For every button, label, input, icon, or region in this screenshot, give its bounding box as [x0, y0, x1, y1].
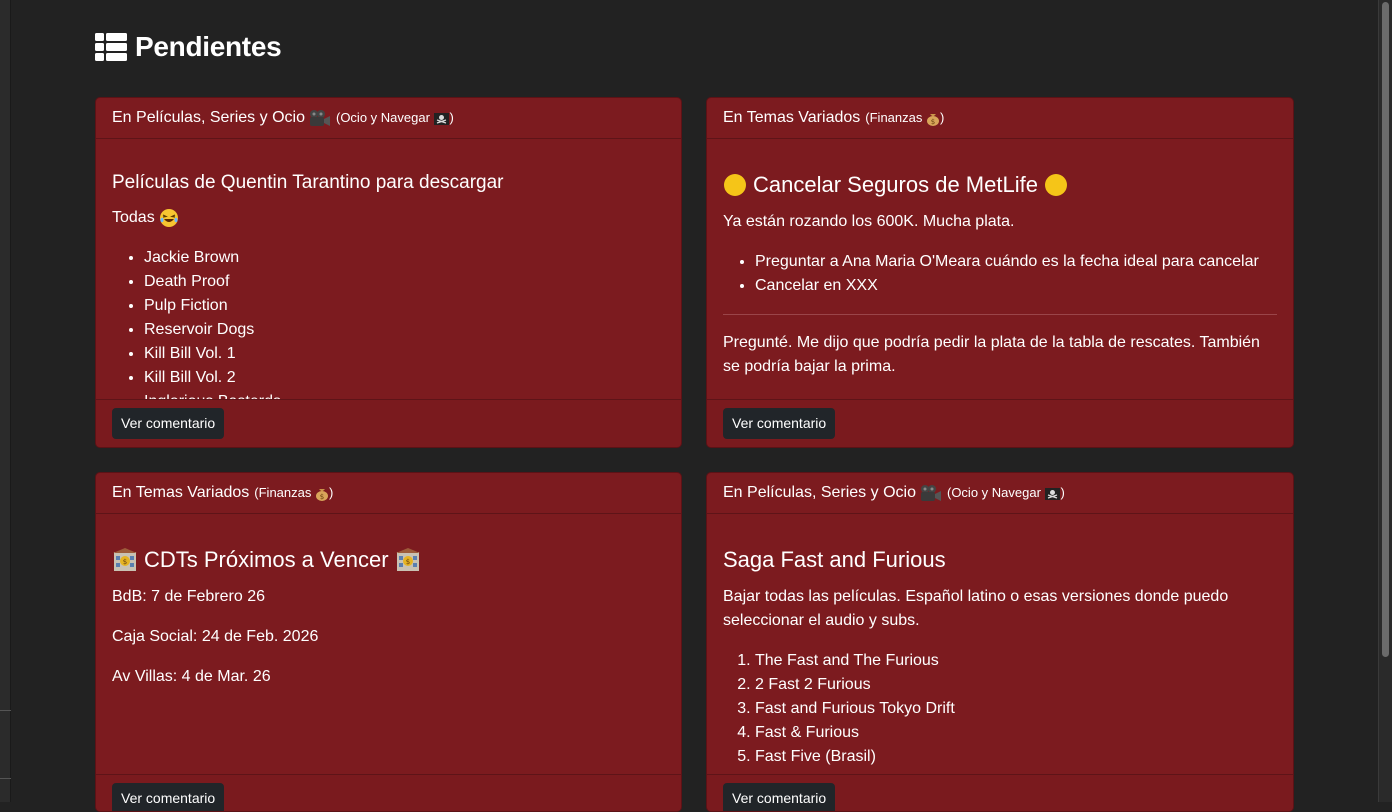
list-icon — [95, 33, 127, 61]
scrollbar-thumb[interactable] — [1382, 2, 1389, 657]
cdt-line: BdB: 7 de Febrero 26 — [112, 588, 265, 605]
page-title: Pendientes — [135, 31, 282, 62]
list-item: Inglorious Basterds — [144, 390, 665, 399]
svg-text:$: $ — [123, 558, 127, 566]
card-footer: Ver comentario — [96, 399, 681, 447]
bank-icon: $ — [113, 548, 137, 571]
pirate-flag-icon — [433, 112, 449, 125]
view-comment-button[interactable]: Ver comentario — [723, 408, 836, 439]
post-title-row: $ CDTs Próximos a Vencer $ — [112, 547, 665, 573]
list-item: Pulp Fiction — [144, 294, 665, 318]
subcategory-label: (Ocio y Navegar ) — [946, 485, 1065, 501]
svg-text:$: $ — [931, 118, 935, 126]
subcategory-text: Finanzas — [258, 484, 312, 500]
card-footer: Ver comentario — [707, 399, 1293, 447]
svg-text:$: $ — [320, 493, 324, 501]
money-bag-icon: $ — [926, 114, 939, 127]
list-item: Fast & Furious — [755, 721, 1277, 745]
page-header: Pendientes — [95, 30, 282, 64]
post-intro: Todas — [112, 206, 665, 230]
list-item: Fast and Furious Tokyo Drift — [755, 697, 1277, 721]
post-intro: Bajar todas las películas. Español latin… — [723, 588, 1229, 629]
subcategory-label: (Finanzas $ ) — [254, 484, 334, 502]
list-item: The Fast and The Furious — [755, 649, 1277, 673]
category-label: En Películas, Series y Ocio — [112, 109, 305, 126]
scrollbar[interactable] — [1378, 0, 1392, 802]
category-label: En Temas Variados — [112, 484, 250, 501]
task-card: En Películas, Series y Ocio (Ocio y Nave… — [95, 97, 682, 448]
task-card: En Películas, Series y Ocio (Ocio y Nave… — [706, 472, 1294, 812]
film-camera-icon — [309, 110, 330, 126]
divider — [0, 710, 11, 711]
intro-text: Todas — [112, 209, 155, 226]
film-camera-icon — [920, 485, 941, 501]
post-title: CDTs Próximos a Vencer — [144, 547, 389, 572]
list-item: Jackie Brown — [144, 246, 665, 270]
subcategory-text: Finanzas — [869, 109, 923, 125]
card-header: En Películas, Series y Ocio (Ocio y Nave… — [96, 98, 681, 139]
money-bag-icon: $ — [315, 489, 328, 502]
list-item: Reservoir Dogs — [144, 318, 665, 342]
post-title: Saga Fast and Furious — [723, 547, 946, 572]
svg-text:$: $ — [405, 558, 409, 566]
card-header: En Temas Variados (Finanzas $ ) — [707, 98, 1293, 139]
post-title: Películas de Quentin Tarantino para desc… — [112, 172, 504, 193]
yellow-circle-icon — [724, 174, 746, 196]
card-footer: Ver comentario — [707, 774, 1293, 811]
yellow-circle-icon — [1044, 174, 1067, 196]
cdt-line: Caja Social: 24 de Feb. 2026 — [112, 628, 319, 645]
list-item: Cancelar en XXX — [755, 274, 1277, 298]
card-body: Cancelar Seguros de MetLife Ya están roz… — [707, 139, 1293, 399]
todo-list: Preguntar a Ana Maria O'Meara cuándo es … — [723, 250, 1277, 298]
bank-icon: $ — [395, 548, 420, 571]
card-body: Saga Fast and Furious Bajar todas las pe… — [707, 514, 1293, 774]
divider — [0, 778, 11, 779]
cdt-line: Av Villas: 4 de Mar. 26 — [112, 668, 271, 685]
card-body: Películas de Quentin Tarantino para desc… — [96, 139, 681, 399]
post-title: Cancelar Seguros de MetLife — [753, 172, 1038, 197]
subcategory-text: Ocio y Navegar — [951, 485, 1041, 501]
post-title-row: Cancelar Seguros de MetLife — [723, 172, 1277, 198]
card-header: En Películas, Series y Ocio (Ocio y Nave… — [707, 473, 1293, 514]
category-label: En Temas Variados — [723, 109, 861, 126]
list-item: Kill Bill Vol. 2 — [144, 366, 665, 390]
list-item: Death Proof — [144, 270, 665, 294]
task-card: En Temas Variados (Finanzas $ ) $ CDTs P… — [95, 472, 682, 812]
subcategory-text: Ocio y Navegar — [340, 110, 430, 126]
card-footer: Ver comentario — [96, 774, 681, 811]
movie-list: The Fast and The Furious 2 Fast 2 Furiou… — [723, 649, 1277, 769]
divider — [723, 314, 1277, 315]
category-label: En Películas, Series y Ocio — [723, 484, 916, 501]
list-item: 2 Fast 2 Furious — [755, 673, 1277, 697]
laughing-face-icon — [160, 208, 179, 227]
list-item: Preguntar a Ana Maria O'Meara cuándo es … — [755, 250, 1277, 274]
card-header: En Temas Variados (Finanzas $ ) — [96, 473, 681, 514]
pirate-flag-icon — [1044, 487, 1060, 500]
view-comment-button[interactable]: Ver comentario — [112, 783, 225, 811]
task-card: En Temas Variados (Finanzas $ ) Cancelar… — [706, 97, 1294, 448]
subcategory-label: (Ocio y Navegar ) — [335, 110, 454, 126]
list-item: Fast Five (Brasil) — [755, 745, 1277, 769]
post-intro: Ya están rozando los 600K. Mucha plata. — [723, 213, 1015, 230]
subcategory-label: (Finanzas $ ) — [865, 109, 945, 127]
list-item: Kill Bill Vol. 1 — [144, 342, 665, 366]
view-comment-button[interactable]: Ver comentario — [723, 783, 836, 811]
left-edge-panel — [0, 0, 11, 802]
comment-text: Pregunté. Me dijo que podría pedir la pl… — [723, 334, 1260, 375]
view-comment-button[interactable]: Ver comentario — [112, 408, 225, 439]
card-body: $ CDTs Próximos a Vencer $ BdB: 7 de Feb… — [96, 514, 681, 774]
movie-list: Jackie Brown Death Proof Pulp Fiction Re… — [112, 246, 665, 399]
